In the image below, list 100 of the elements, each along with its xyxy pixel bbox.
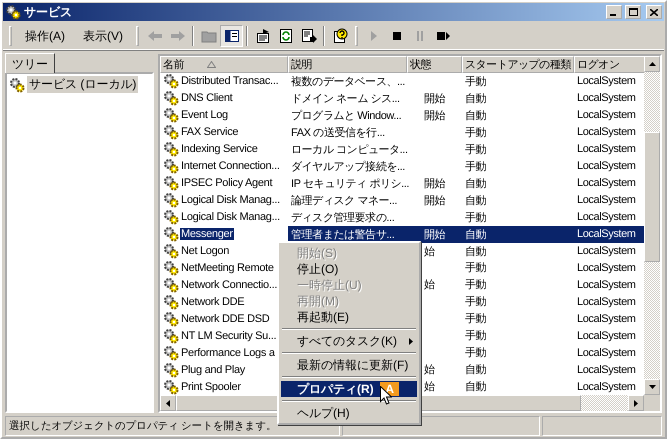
- export-list-icon: [300, 28, 316, 44]
- table-cell: ローカル コンピュータ...: [291, 144, 408, 156]
- table-cell: LocalSystem: [577, 245, 636, 257]
- tab[interactable]: ツリー: [5, 53, 55, 73]
- gears-icon: [163, 175, 179, 192]
- table-cell: 手動: [465, 126, 486, 139]
- table-cell-text: 開始: [424, 228, 446, 242]
- table-cell: LocalSystem: [577, 364, 636, 376]
- mouse-pointer-icon: [380, 386, 392, 405]
- table-cell: 開始: [424, 178, 446, 190]
- gears-icon: [163, 90, 179, 106]
- service-name[interactable]: DNS Client: [180, 92, 234, 104]
- gears-icon: [163, 328, 179, 344]
- service-name[interactable]: NetMeeting Remote: [180, 262, 275, 274]
- table-cell: 自動: [465, 178, 486, 190]
- table-cell: LocalSystem: [577, 75, 636, 88]
- menu-item[interactable]: 再起動(E): [281, 309, 417, 325]
- down-arrow-icon: [648, 385, 656, 389]
- maximize-button[interactable]: [625, 5, 641, 19]
- menu-item[interactable]: 停止(O): [281, 261, 417, 277]
- table-cell: 始: [424, 364, 435, 376]
- table-cell: 手動: [465, 347, 486, 360]
- submenu-arrow-icon: [409, 338, 413, 344]
- menu-item[interactable]: すべてのタスク(K): [281, 333, 417, 349]
- gears-icon: [163, 276, 179, 293]
- tree-item[interactable]: サービス (ローカル): [27, 76, 138, 93]
- refresh-icon: [278, 28, 294, 44]
- table-cell: 自動: [465, 364, 486, 376]
- table-cell: FAX の送受信を行...: [291, 126, 385, 139]
- table-cell: 手動: [465, 296, 486, 308]
- column-header[interactable]: スタートアップの種類: [462, 56, 574, 73]
- gears-icon: [163, 158, 179, 174]
- close-icon: [650, 8, 658, 16]
- table-cell: LocalSystem: [577, 330, 636, 342]
- service-name[interactable]: Network Connectio...: [180, 278, 278, 291]
- service-name[interactable]: Performance Logs a: [180, 346, 276, 359]
- table-cell: 開始: [424, 194, 446, 207]
- column-label: 名前: [163, 58, 184, 72]
- vertical-scrollbar[interactable]: [644, 56, 660, 395]
- table-cell: 自動: [465, 246, 486, 258]
- minimize-button[interactable]: [606, 5, 622, 19]
- help-icon: [332, 28, 348, 44]
- table-cell: 手動: [465, 313, 486, 326]
- table-cell: 始: [424, 381, 435, 394]
- table-cell: LocalSystem: [577, 160, 636, 172]
- service-name[interactable]: IPSEC Policy Agent: [180, 177, 274, 190]
- gears-icon: [163, 73, 179, 90]
- table-cell: LocalSystem: [577, 211, 636, 224]
- service-name[interactable]: Plug and Play: [180, 364, 246, 376]
- table-cell: LocalSystem: [577, 194, 636, 206]
- gears-icon: [163, 362, 179, 378]
- table-cell: 自動: [465, 381, 486, 394]
- menu-item[interactable]: 最新の情報に更新(F): [281, 357, 417, 373]
- service-name[interactable]: Network DDE DSD: [180, 312, 270, 325]
- right-arrow-icon: [634, 400, 638, 406]
- table-cell: LocalSystem: [577, 92, 636, 104]
- service-name[interactable]: NT LM Security Su...: [180, 330, 278, 342]
- service-name[interactable]: FAX Service: [180, 126, 240, 138]
- service-name[interactable]: Print Spooler: [180, 380, 242, 393]
- column-header[interactable]: 名前: [160, 56, 288, 73]
- table-cell: 手動: [465, 212, 486, 224]
- service-name[interactable]: Logical Disk Manag...: [180, 194, 281, 206]
- table-cell: LocalSystem: [577, 380, 636, 393]
- column-header[interactable]: 説明: [288, 56, 407, 73]
- column-header[interactable]: 状態: [407, 56, 462, 73]
- menu-item[interactable]: 操作(A): [16, 26, 74, 46]
- column-header[interactable]: ログオン: [574, 56, 644, 73]
- gears-icon: [5, 4, 21, 20]
- table-cell: LocalSystem: [577, 143, 636, 156]
- table-cell: 始: [424, 246, 435, 258]
- up-arrow-icon: [648, 62, 656, 66]
- properties-icon: [254, 28, 270, 44]
- service-name[interactable]: Distributed Transac...: [180, 75, 280, 88]
- table-cell: LocalSystem: [577, 228, 636, 240]
- service-name[interactable]: Indexing Service: [180, 143, 259, 156]
- table-cell: 論理ディスク マネー...: [291, 194, 398, 207]
- service-name[interactable]: Logical Disk Manag...: [180, 211, 281, 224]
- close-button[interactable]: [646, 5, 662, 19]
- table-cell: LocalSystem: [577, 346, 636, 359]
- table-cell-text: 自動: [465, 228, 486, 242]
- gears-icon: [163, 107, 179, 124]
- gears-icon: [163, 310, 179, 327]
- table-cell: LocalSystem: [577, 177, 636, 190]
- table-cell: プログラムと Window...: [291, 110, 402, 122]
- toolbar-button[interactable]: [220, 25, 243, 47]
- table-cell: ドメイン ネーム シス...: [291, 92, 400, 105]
- menu-item[interactable]: 表示(V): [74, 26, 132, 46]
- table-cell: LocalSystem: [577, 278, 636, 291]
- table-cell: LocalSystem: [577, 296, 636, 308]
- column-label: スタートアップの種類: [465, 58, 572, 72]
- table-cell: 手動: [465, 279, 486, 292]
- service-name[interactable]: Messenger: [180, 228, 234, 240]
- service-name[interactable]: Net Logon: [180, 245, 230, 257]
- table-cell: LocalSystem: [577, 262, 636, 274]
- table-cell: 手動: [465, 330, 486, 342]
- service-name[interactable]: Event Log: [180, 109, 229, 122]
- service-name[interactable]: Internet Connection...: [180, 160, 281, 172]
- table-cell: 手動: [465, 262, 486, 274]
- service-name[interactable]: Network DDE: [180, 296, 246, 308]
- column-label: 説明: [291, 58, 312, 72]
